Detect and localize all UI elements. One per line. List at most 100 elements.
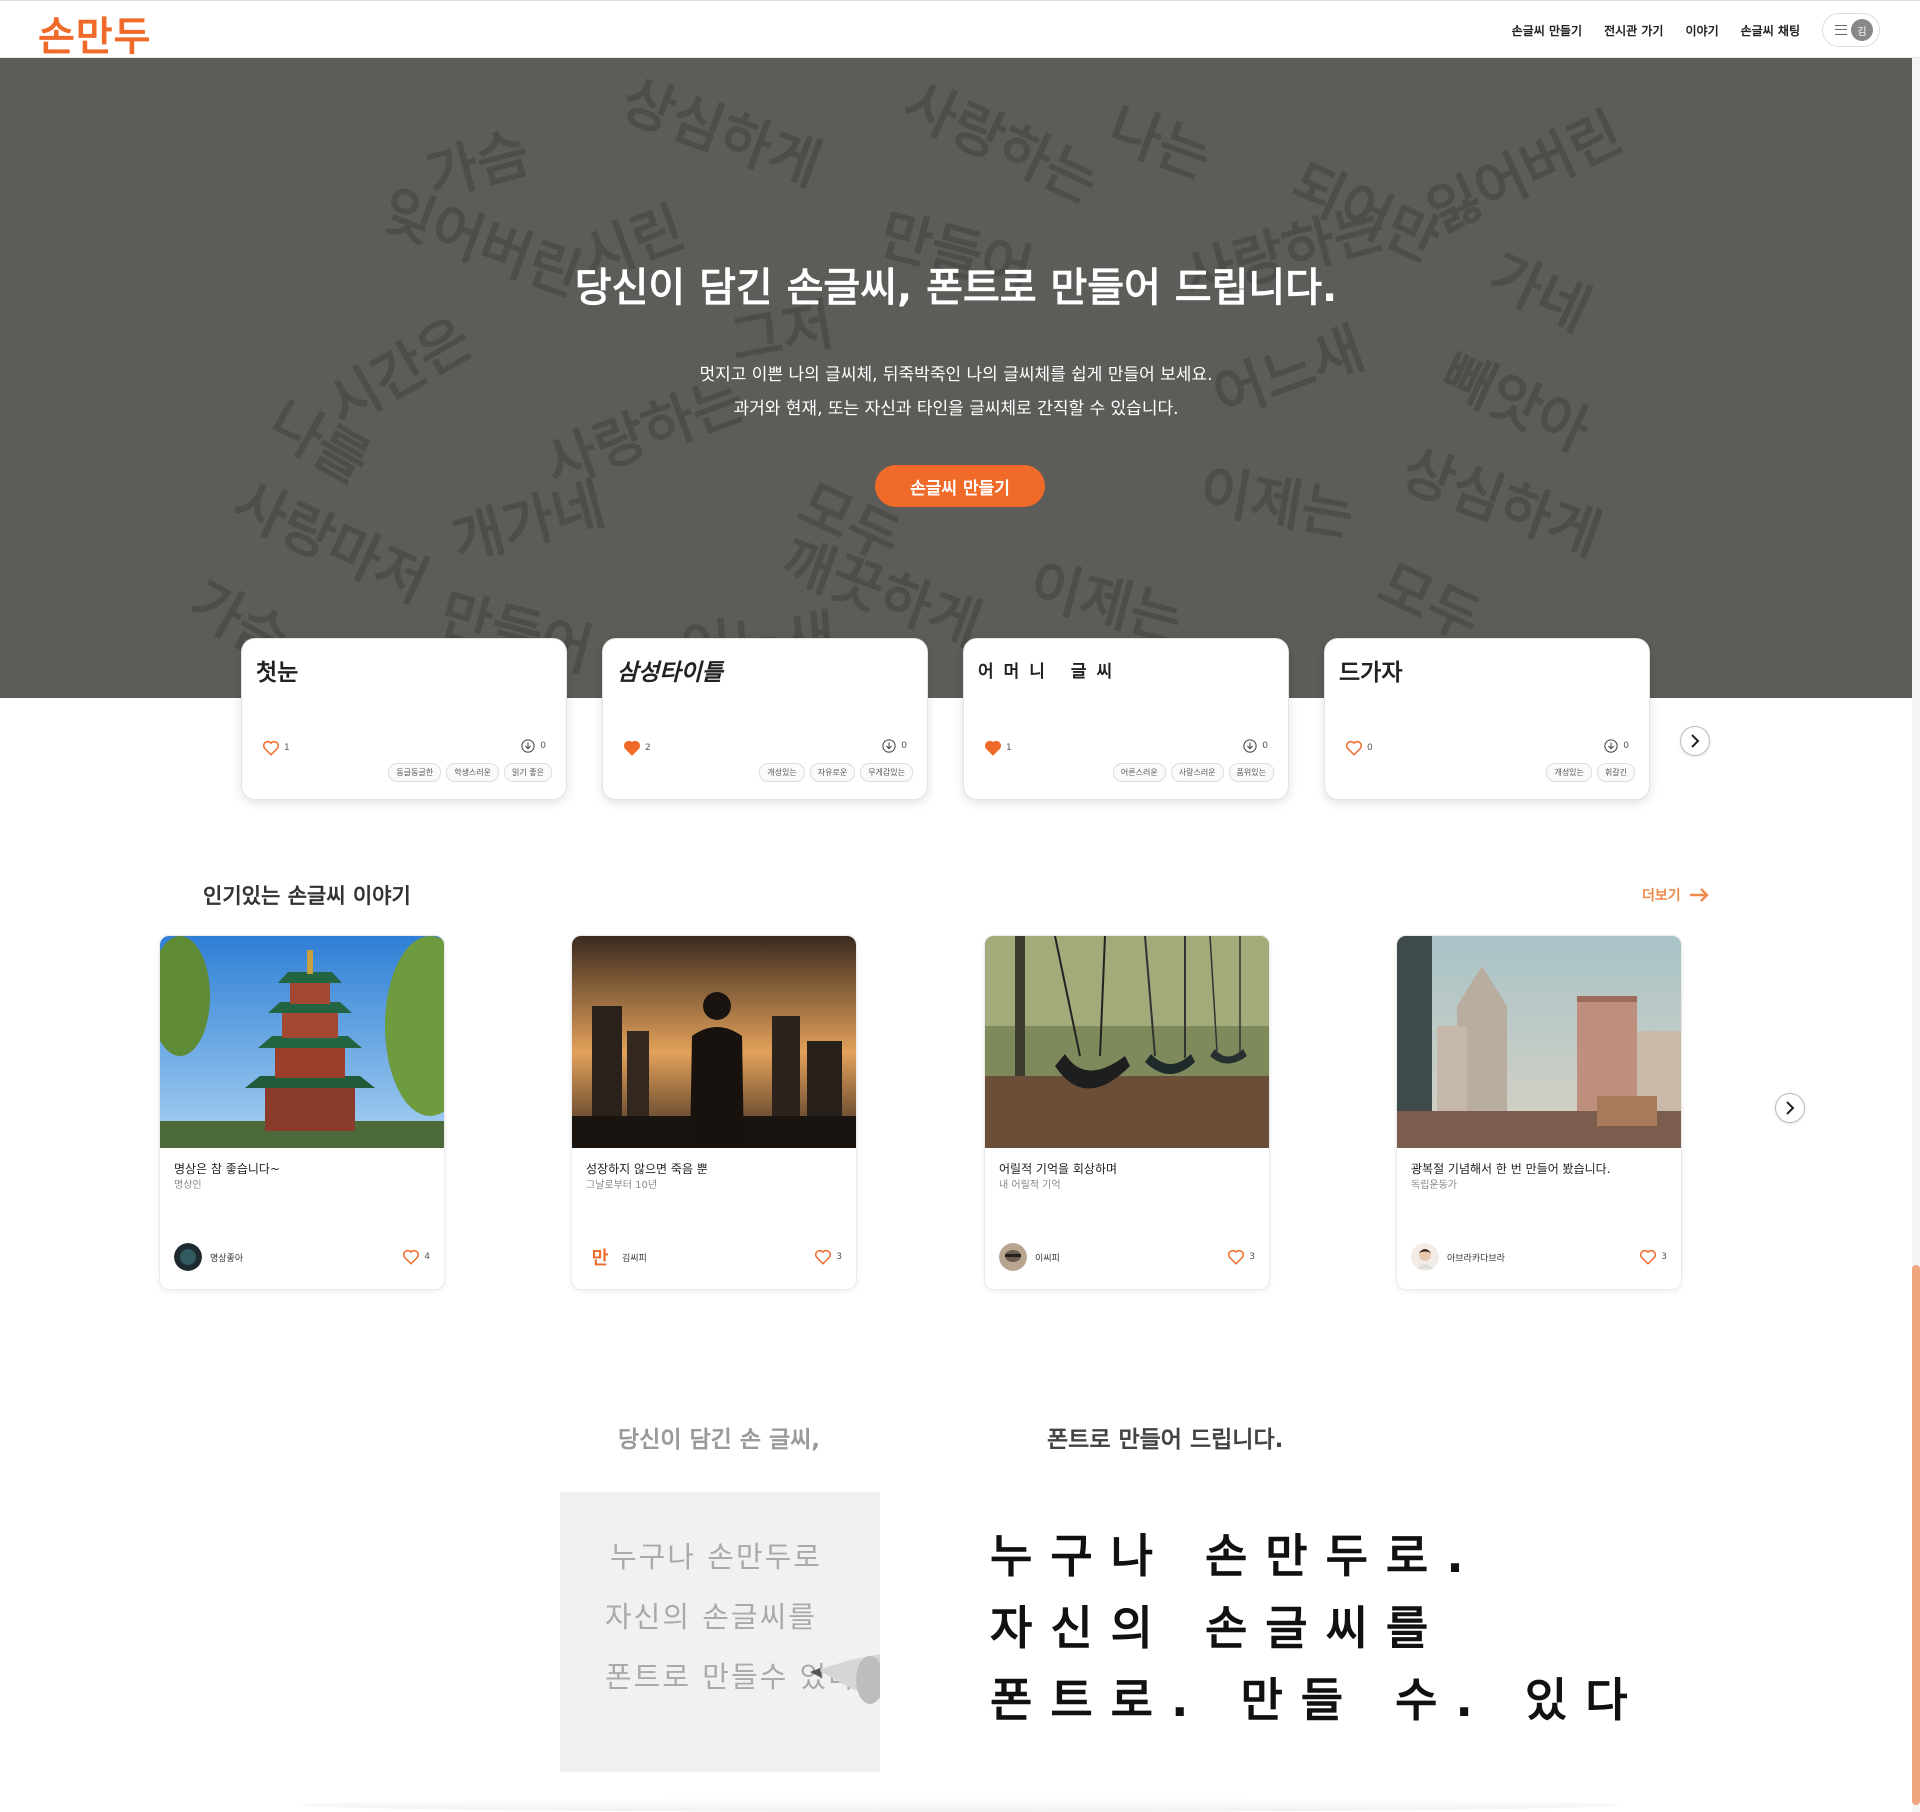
font-card[interactable]: 드가자 0 0 개성있는 휘갈긴 (1324, 638, 1650, 800)
font-like-button[interactable]: 1 (262, 739, 290, 757)
svg-text:만: 만 (592, 1248, 609, 1269)
download-icon (882, 739, 896, 753)
story-title: 광복절 기념해서 한 번 만들어 봤습니다. (1411, 1162, 1611, 1176)
story-card[interactable]: 명상은 참 좋습니다~ 명상인 명상좋아 4 (159, 935, 445, 1290)
story-like-button[interactable]: 4 (402, 1248, 430, 1266)
user-avatar: 김 (1851, 19, 1873, 41)
background-word: 나는 (1100, 95, 1220, 192)
download-count: 0 (540, 741, 546, 751)
font-tag[interactable]: 사랑스러운 (1170, 763, 1224, 782)
story-card[interactable]: 성장하지 않으면 죽음 뿐 그날로부터 10년 만 김씨피 3 (571, 935, 857, 1290)
hamburger-icon (1835, 25, 1847, 35)
author-name: 김씨피 (622, 1253, 647, 1264)
story-image-swings (985, 936, 1269, 1148)
font-download-button[interactable]: 0 (521, 739, 546, 753)
hero-subtitle: 멋지고 이쁜 나의 글씨체, 뒤죽박죽인 나의 글씨체를 쉽게 만들어 보세요.… (0, 358, 1912, 426)
font-tags: 개성있는 휘갈긴 (1546, 763, 1635, 782)
story-font-name: 독립운동가 (1411, 1180, 1457, 1191)
story-font-name: 그날로부터 10년 (586, 1180, 658, 1191)
font-like-button[interactable]: 0 (1345, 739, 1373, 757)
font-card[interactable]: 첫눈 1 0 동글동글한 학생스러운 읽기 좋은 (241, 638, 567, 800)
background-word: 사랑하는 (893, 70, 1109, 217)
like-count: 3 (836, 1252, 842, 1262)
font-tag[interactable]: 어른스러운 (1112, 763, 1166, 782)
heart-outline-icon (1228, 1249, 1245, 1265)
handwriting-sample-image: 누구나 손만두로 자신의 손글씨를 폰트로 만들수 있다 (560, 1492, 880, 1772)
story-image-city-sunset (572, 936, 856, 1148)
nav-link-chat[interactable]: 손글씨 채팅 (1741, 22, 1800, 39)
hero-banner: 가슴 상심하게 사랑하는 나는 잃어버린 되어만 잊어버린 시린 만들어 사랑하는 가네 시간은 그저 어… (0, 58, 1912, 698)
font-card[interactable]: 어머니 글씨 1 0 어른스러운 사랑스러운 품위있는 (963, 638, 1289, 800)
story-author[interactable]: 명상좋아 (174, 1243, 243, 1271)
story-like-button[interactable]: 3 (814, 1248, 842, 1266)
background-word: 상심하게 (1393, 437, 1610, 569)
heart-filled-icon (984, 740, 1002, 756)
font-download-button[interactable]: 0 (1604, 739, 1629, 753)
download-icon (521, 739, 535, 753)
background-word: 상심하게 (613, 67, 830, 199)
font-like-button[interactable]: 1 (984, 739, 1012, 757)
font-like-button[interactable]: 2 (623, 739, 651, 757)
story-image-city-buildings (1397, 936, 1681, 1148)
story-card[interactable]: 어릴적 기억을 회상하며 내 어릴적 기억 이씨피 3 (984, 935, 1270, 1290)
font-tag[interactable]: 무게감있는 (860, 763, 913, 782)
like-count: 2 (645, 743, 651, 753)
font-name: 삼성타이틀 (617, 659, 723, 686)
font-tag[interactable]: 휘갈긴 (1596, 763, 1635, 782)
nav-link-gallery[interactable]: 전시관 가기 (1604, 22, 1663, 39)
like-count: 4 (424, 1252, 430, 1262)
page: 손만두 손글씨 만들기 전시관 가기 이야기 손글씨 채팅 김 가슴 상심하게 사랑… (0, 0, 1920, 1812)
font-tag[interactable]: 개성있는 (1546, 763, 1592, 782)
font-download-button[interactable]: 0 (1243, 739, 1268, 753)
download-icon (1243, 739, 1257, 753)
story-like-button[interactable]: 3 (1639, 1248, 1667, 1266)
more-stories-link[interactable]: 더보기 (1642, 885, 1709, 905)
scrollbar-thumb[interactable] (1912, 1265, 1920, 1805)
pen-icon (810, 1654, 880, 1704)
font-carousel-next-button[interactable] (1680, 726, 1710, 756)
download-count: 0 (1623, 741, 1629, 751)
site-logo[interactable]: 손만두 (38, 4, 151, 62)
download-count: 0 (1262, 741, 1268, 751)
story-like-button[interactable]: 3 (1227, 1248, 1255, 1266)
story-author[interactable]: 아브라카다브라 (1411, 1243, 1505, 1271)
author-avatar: 만 (586, 1243, 614, 1271)
author-name: 명상좋아 (210, 1253, 244, 1264)
font-name: 첫눈 (256, 660, 299, 686)
story-author[interactable]: 이씨피 (999, 1243, 1060, 1271)
background-word: 개가네 (445, 471, 612, 575)
author-name: 이씨피 (1035, 1253, 1060, 1264)
background-word: 잃어버린 (1418, 100, 1633, 247)
font-tags: 동글동글한 학생스러운 읽기 좋은 (388, 763, 552, 782)
story-font-name: 명상인 (174, 1180, 202, 1191)
font-tag[interactable]: 개성있는 (759, 763, 805, 782)
stories-section-title: 인기있는 손글씨 이야기 (203, 884, 411, 908)
demo-right-title: 폰트로 만들어 드립니다. (1047, 1427, 1284, 1453)
nav-link-make-handwriting[interactable]: 손글씨 만들기 (1512, 22, 1582, 39)
story-card[interactable]: 광복절 기념해서 한 번 만들어 봤습니다. 독립운동가 아브라카다브라 3 (1396, 935, 1682, 1290)
story-author[interactable]: 만 김씨피 (586, 1243, 647, 1271)
main-nav: 손글씨 만들기 전시관 가기 이야기 손글씨 채팅 김 (1512, 13, 1880, 47)
font-tag[interactable]: 학생스러운 (446, 763, 500, 782)
user-menu-button[interactable]: 김 (1822, 13, 1880, 47)
author-avatar (999, 1243, 1027, 1271)
make-handwriting-button[interactable]: 손글씨 만들기 (875, 465, 1045, 507)
font-tags: 개성있는 자유로운 무게감있는 (759, 763, 913, 782)
chevron-right-icon (1691, 734, 1700, 748)
font-tag[interactable]: 자유로운 (809, 763, 856, 782)
font-tag[interactable]: 품위있는 (1228, 763, 1274, 782)
heart-outline-icon (815, 1249, 832, 1265)
font-sample-line-3: 폰트로. 만들 수. 있다 (990, 1673, 1646, 1727)
font-tag[interactable]: 동글동글한 (388, 763, 442, 782)
heart-outline-icon (262, 740, 280, 756)
font-tag[interactable]: 읽기 좋은 (504, 763, 552, 782)
download-icon (1604, 739, 1618, 753)
font-card[interactable]: 삼성타이틀 2 0 개성있는 자유로운 무게감있는 (602, 638, 928, 800)
story-image-pagoda (160, 936, 444, 1148)
like-count: 1 (1006, 743, 1012, 753)
font-download-button[interactable]: 0 (882, 739, 907, 753)
font-sample-line-2: 자신의 손글씨를 (990, 1601, 1447, 1655)
chevron-right-icon (1786, 1101, 1795, 1115)
nav-link-stories[interactable]: 이야기 (1685, 22, 1718, 39)
stories-carousel-next-button[interactable] (1775, 1093, 1805, 1123)
